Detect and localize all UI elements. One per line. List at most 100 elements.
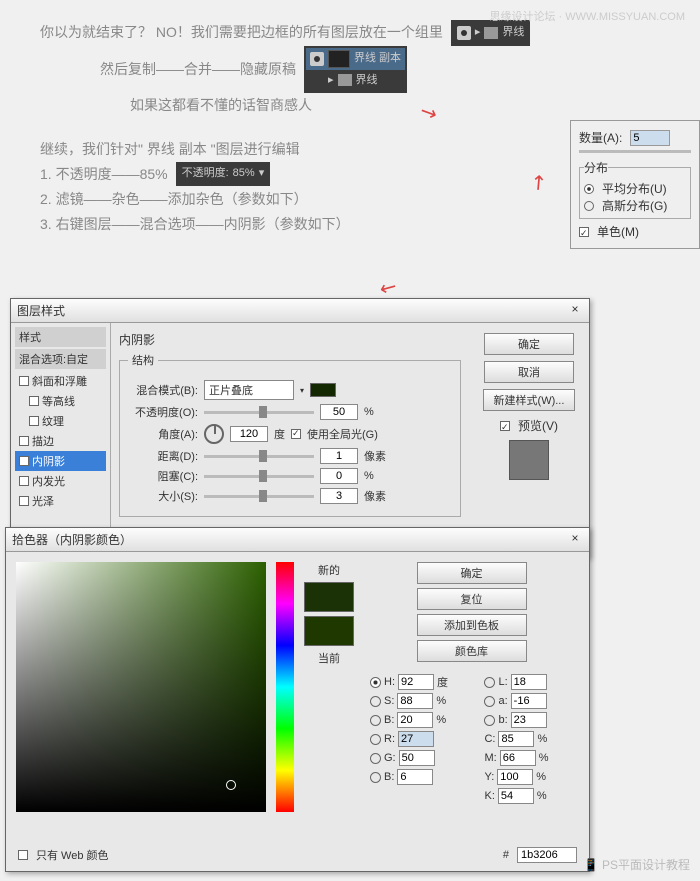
radio-Bb[interactable]	[370, 772, 381, 783]
watermark: 思缘设计论坛 · WWW.MISSYUAN.COM	[489, 8, 685, 24]
color-cursor[interactable]	[226, 780, 236, 790]
K-input[interactable]	[498, 788, 534, 804]
angle-dial[interactable]	[204, 424, 224, 444]
a-input[interactable]	[511, 693, 547, 709]
Bv-input[interactable]	[397, 712, 433, 728]
eye-icon[interactable]	[310, 52, 324, 66]
ls-section-title: 内阴影	[119, 331, 461, 348]
R-input[interactable]	[398, 731, 434, 747]
ls-item-texture[interactable]: 纹理	[15, 411, 106, 431]
continue-title: 继续，我们针对" 界线 副本 "图层进行编辑	[40, 137, 660, 162]
addswatch-button[interactable]: 添加到色板	[417, 614, 527, 636]
radio-a[interactable]	[484, 696, 495, 707]
ok-button[interactable]: 确定	[484, 333, 574, 355]
ls-hdr-styles[interactable]: 样式	[15, 327, 106, 347]
hex-input[interactable]	[517, 847, 577, 863]
G-input[interactable]	[399, 750, 435, 766]
webonly-checkbox[interactable]	[18, 850, 28, 860]
step2: 2. 滤镜——杂色——添加杂色（参数如下）	[40, 187, 660, 212]
radio-G[interactable]	[370, 753, 381, 764]
uniform-label: 平均分布(U)	[602, 180, 667, 197]
choke-slider[interactable]	[204, 475, 314, 478]
amount-label: 数量(A):	[579, 129, 622, 146]
radio-b[interactable]	[484, 715, 495, 726]
color-field[interactable]	[16, 562, 266, 812]
ls-item-innershadow[interactable]: 内阴影	[15, 451, 106, 471]
ls-item-satin[interactable]: 光泽	[15, 491, 106, 511]
struct-legend: 结构	[128, 352, 158, 368]
global-label: 使用全局光(G)	[307, 426, 378, 442]
cancel-button[interactable]: 取消	[484, 361, 574, 383]
ls-hdr-blend[interactable]: 混合选项:自定	[15, 349, 106, 369]
choke-label: 阻塞(C):	[128, 468, 198, 484]
opacity-label: 不透明度(O):	[128, 404, 198, 420]
ls-item-innerglow[interactable]: 内发光	[15, 471, 106, 491]
S-input[interactable]	[397, 693, 433, 709]
angle-input[interactable]	[230, 426, 268, 442]
radio-Bv[interactable]	[370, 715, 381, 726]
colorlib-button[interactable]: 颜色库	[417, 640, 527, 662]
preview-label: 预览(V)	[518, 417, 558, 434]
radio-H[interactable]	[370, 677, 381, 688]
layer-name: 界线	[502, 23, 524, 43]
angle-label: 角度(A):	[128, 426, 198, 442]
distance-slider[interactable]	[204, 455, 314, 458]
size-input[interactable]	[320, 488, 358, 504]
opacity-input[interactable]	[320, 404, 358, 420]
H-input[interactable]	[398, 674, 434, 690]
radio-L[interactable]	[484, 677, 495, 688]
radio-R[interactable]	[370, 734, 381, 745]
ok-button[interactable]: 确定	[417, 562, 527, 584]
current-label: 当前	[318, 650, 340, 666]
distance-label: 距离(D):	[128, 448, 198, 464]
ls-buttons: 确定 取消 新建样式(W)... 预览(V)	[469, 323, 589, 543]
noise-panel: 数量(A): 分布 平均分布(U) 高斯分布(G) 单色(M)	[570, 120, 700, 249]
radio-S[interactable]	[370, 696, 381, 707]
Bb-input[interactable]	[397, 769, 433, 785]
M-input[interactable]	[500, 750, 536, 766]
layers-list[interactable]: 界线 副本 ▸界线	[304, 46, 407, 94]
L-input[interactable]	[511, 674, 547, 690]
amount-slider[interactable]	[579, 150, 691, 153]
layer-name: 界线 副本	[354, 49, 401, 69]
size-slider[interactable]	[204, 495, 314, 498]
current-color-swatch	[304, 616, 354, 646]
ls-style-list: 样式 混合选项:自定 斜面和浮雕 等高线 纹理 描边 内阴影 内发光 光泽	[11, 323, 111, 543]
layer-name: 界线	[356, 71, 378, 91]
opacity-widget[interactable]: 不透明度: 85%▾	[176, 162, 271, 186]
preview-checkbox[interactable]	[500, 421, 510, 431]
choke-input[interactable]	[320, 468, 358, 484]
hue-slider[interactable]	[276, 562, 294, 812]
global-light-checkbox[interactable]	[291, 429, 301, 439]
ls-item-bevel[interactable]: 斜面和浮雕	[15, 371, 106, 391]
reset-button[interactable]: 复位	[417, 588, 527, 610]
amount-input[interactable]	[630, 130, 670, 146]
preview-swatch	[509, 440, 549, 480]
b-input[interactable]	[511, 712, 547, 728]
ls-item-stroke[interactable]: 描边	[15, 431, 106, 451]
ls-item-contour[interactable]: 等高线	[15, 391, 106, 411]
hex-label: #	[503, 849, 509, 861]
shadow-color-swatch[interactable]	[310, 383, 336, 397]
blend-label: 混合模式(B):	[128, 382, 198, 398]
ls-titlebar[interactable]: 图层样式 ×	[11, 299, 589, 323]
cp-titlebar[interactable]: 拾色器（内阴影颜色） ×	[6, 528, 589, 552]
C-input[interactable]	[498, 731, 534, 747]
eye-icon[interactable]	[457, 26, 471, 40]
radio-uniform[interactable]	[584, 184, 594, 194]
size-label: 大小(S):	[128, 488, 198, 504]
radio-gaussian[interactable]	[584, 201, 594, 211]
close-icon[interactable]: ×	[567, 302, 583, 319]
opacity-slider[interactable]	[204, 411, 314, 414]
new-label: 新的	[318, 562, 340, 578]
opacity-label: 不透明度:	[182, 164, 229, 184]
distance-input[interactable]	[320, 448, 358, 464]
gaussian-label: 高斯分布(G)	[602, 197, 667, 214]
blend-select[interactable]: 正片叠底	[204, 380, 294, 400]
bottom-watermark: 📱 PS平面设计教程	[584, 856, 690, 873]
Y-input[interactable]	[497, 769, 533, 785]
layer-thumb	[328, 50, 350, 68]
newstyle-button[interactable]: 新建样式(W)...	[483, 389, 576, 411]
mono-checkbox[interactable]	[579, 227, 589, 237]
close-icon[interactable]: ×	[567, 531, 583, 548]
